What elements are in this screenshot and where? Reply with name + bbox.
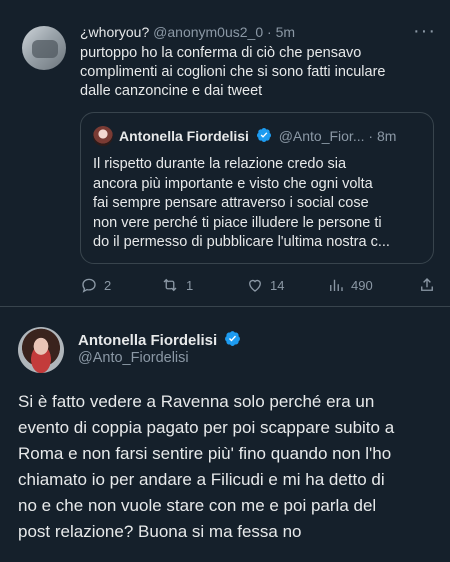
verified-badge-icon	[256, 128, 271, 142]
quoted-text-line: Il rispetto durante la relazione credo s…	[93, 156, 347, 172]
tweet-text-line: complimenti ai coglioni che si sono fatt…	[80, 64, 386, 80]
retweet-count: 1	[186, 277, 194, 293]
tweet-text-line: Roma e non farsi sentire più' fino quand…	[18, 444, 392, 463]
tweet-header: ¿whoryou? @anonym0us2_0 · 5m	[80, 24, 295, 40]
separator-dot: ·	[368, 128, 374, 144]
display-name[interactable]: ¿whoryou?	[80, 24, 149, 40]
handle[interactable]: @anonym0us2_0	[153, 24, 263, 40]
display-name[interactable]: Antonella Fiordelisi	[78, 332, 217, 349]
tweet-actions: 2 1 14 490	[80, 276, 440, 298]
avatar[interactable]	[18, 327, 64, 373]
handle[interactable]: @Anto_Fiordelisi	[78, 350, 189, 366]
separator-dot: ·	[267, 24, 272, 40]
quoted-text-line: ancora più importante e visto che ogni v…	[93, 175, 373, 192]
tweet-text-line: no e che non vuole stare con me e poi pa…	[18, 496, 377, 515]
like-icon	[249, 279, 261, 292]
views-button[interactable]: 490	[327, 276, 373, 294]
tweet-text-line: purtoppo ho la conferma di ciò che pensa…	[80, 45, 362, 61]
main-tweet: Antonella Fiordelisi @Anto_Fiordelisi Si…	[0, 307, 450, 562]
verified-badge-icon	[225, 331, 241, 346]
tweet-text: Si è fatto vedere a Ravenna solo perché …	[18, 389, 438, 545]
retweet-button[interactable]: 1	[160, 276, 193, 294]
reply-count: 2	[104, 277, 112, 293]
tweet-text-line: dalle canzoncine e dai tweet	[80, 83, 263, 99]
reply-tweet[interactable]: ¿whoryou? @anonym0us2_0 · 5m ··· purtopp…	[0, 0, 450, 305]
views-icon	[330, 279, 343, 291]
tweet-text-line: Si è fatto vedere a Ravenna solo perché …	[18, 392, 375, 411]
like-count: 14	[270, 277, 285, 293]
tweet-text-line: evento di coppia pagato per poi scappare…	[18, 418, 395, 437]
timestamp[interactable]: 5m	[276, 24, 295, 40]
display-name: Antonella Fiordelisi	[119, 128, 249, 144]
quoted-tweet[interactable]: Antonella Fiordelisi @Anto_Fior... · 8m …	[80, 112, 434, 264]
timestamp: 8m	[376, 128, 397, 144]
quoted-tweet-header: Antonella Fiordelisi @Anto_Fior... · 8m	[119, 127, 396, 144]
handle: @Anto_Fior...	[278, 128, 365, 144]
display-name-row: Antonella Fiordelisi	[78, 330, 244, 349]
tweet-text-line: chiamato io per andare a Filicudi e mi h…	[18, 470, 385, 489]
avatar[interactable]	[22, 26, 66, 70]
quoted-text-line: non vere perché ti piace illudere le per…	[93, 214, 382, 231]
views-count: 490	[351, 277, 373, 293]
quoted-tweet-text: Il rispetto durante la relazione credo s…	[93, 155, 425, 253]
share-button[interactable]	[418, 276, 442, 294]
more-icon[interactable]: ···	[413, 20, 436, 43]
share-icon	[421, 278, 433, 291]
tweet-text-line: post relazione? Buona si ma fessa no	[18, 522, 302, 541]
quoted-text-line: do il permesso di pubblicare l'ultima no…	[93, 234, 390, 250]
like-button[interactable]: 14	[246, 276, 284, 294]
quoted-text-line: fai sempre pensare attraverso i social c…	[93, 195, 369, 211]
reply-icon	[82, 278, 96, 293]
tweet-text: purtoppo ho la conferma di ciò che pensa…	[80, 44, 432, 101]
avatar	[93, 126, 113, 146]
reply-button[interactable]: 2	[80, 276, 111, 294]
retweet-icon	[163, 278, 177, 292]
